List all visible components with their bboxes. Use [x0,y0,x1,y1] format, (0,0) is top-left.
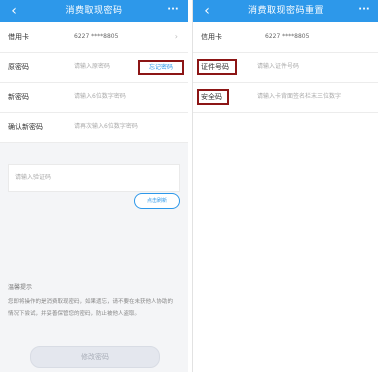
more-icon[interactable]: ··· [355,0,373,22]
password-form: 借用卡 6227 ****8805 › 原密码 请输入原密码 忘记密码 新密码 … [0,22,188,143]
new-password-row: 新密码 请输入6位数字密码 [0,82,188,113]
card-row[interactable]: 借用卡 6227 ****8805 › [0,22,188,53]
tips-text: 您即将操作的是消费取现密码，如果遗忘，请不要在未获他人协助的情况下尝试，并妥善保… [8,299,174,317]
security-code-label: 安全码 [201,93,222,101]
confirm-password-row: 确认新密码 请再次输入6位数字密码 [0,112,188,143]
new-password-input[interactable]: 请输入6位数字密码 [74,82,126,112]
confirm-password-label: 确认新密码 [8,123,43,131]
id-number-row: 证件号码 请输入证件号码 [193,52,378,83]
card-label: 借用卡 [8,33,29,41]
old-password-input[interactable]: 请输入原密码 [74,52,110,82]
old-password-row: 原密码 请输入原密码 忘记密码 [0,52,188,83]
forgot-password-button[interactable]: 忘记密码 [138,60,184,75]
modify-password-button[interactable]: 修改密码 [30,346,160,368]
security-code-input[interactable]: 请输入卡背面签名栏末三位数字 [257,82,341,112]
right-screen: ‹ 消费取现密码重置 ··· 信用卡 6227 ****8805 证件号码 请输… [192,0,378,372]
nav-bar: ‹ 消费取现密码 ··· [0,0,188,22]
card-number: 6227 ****8805 [74,33,119,40]
refresh-captcha-button[interactable]: 点击刷新 [134,193,180,209]
back-icon[interactable]: ‹ [199,1,215,21]
left-screen: ‹ 消费取现密码 ··· 借用卡 6227 ****8805 › 原密码 请输入… [0,0,188,372]
captcha-placeholder: 请输入验证码 [15,174,52,181]
card-label: 信用卡 [201,33,222,41]
reset-form: 信用卡 6227 ****8805 证件号码 请输入证件号码 安全码 请输入卡背… [193,22,378,114]
new-password-label: 新密码 [8,93,29,101]
back-icon[interactable]: ‹ [6,1,22,21]
captcha-input[interactable]: 请输入验证码 [8,164,180,192]
confirm-password-input[interactable]: 请再次输入6位数字密码 [74,112,138,142]
more-icon[interactable]: ··· [164,0,182,22]
page-title: 消费取现密码重置 [247,6,324,16]
card-number: 6227 ****8805 [265,33,310,40]
security-code-row: 安全码 请输入卡背面签名栏末三位数字 [193,82,378,113]
page-title: 消费取现密码 [65,6,123,16]
nav-bar: ‹ 消费取现密码重置 ··· [193,0,378,22]
id-number-label: 证件号码 [201,63,229,71]
id-number-input[interactable]: 请输入证件号码 [257,52,299,82]
chevron-right-icon: › [174,32,178,41]
card-row: 信用卡 6227 ****8805 [193,22,378,53]
old-password-label: 原密码 [8,63,29,71]
tips-title: 温馨提示 [8,284,33,291]
